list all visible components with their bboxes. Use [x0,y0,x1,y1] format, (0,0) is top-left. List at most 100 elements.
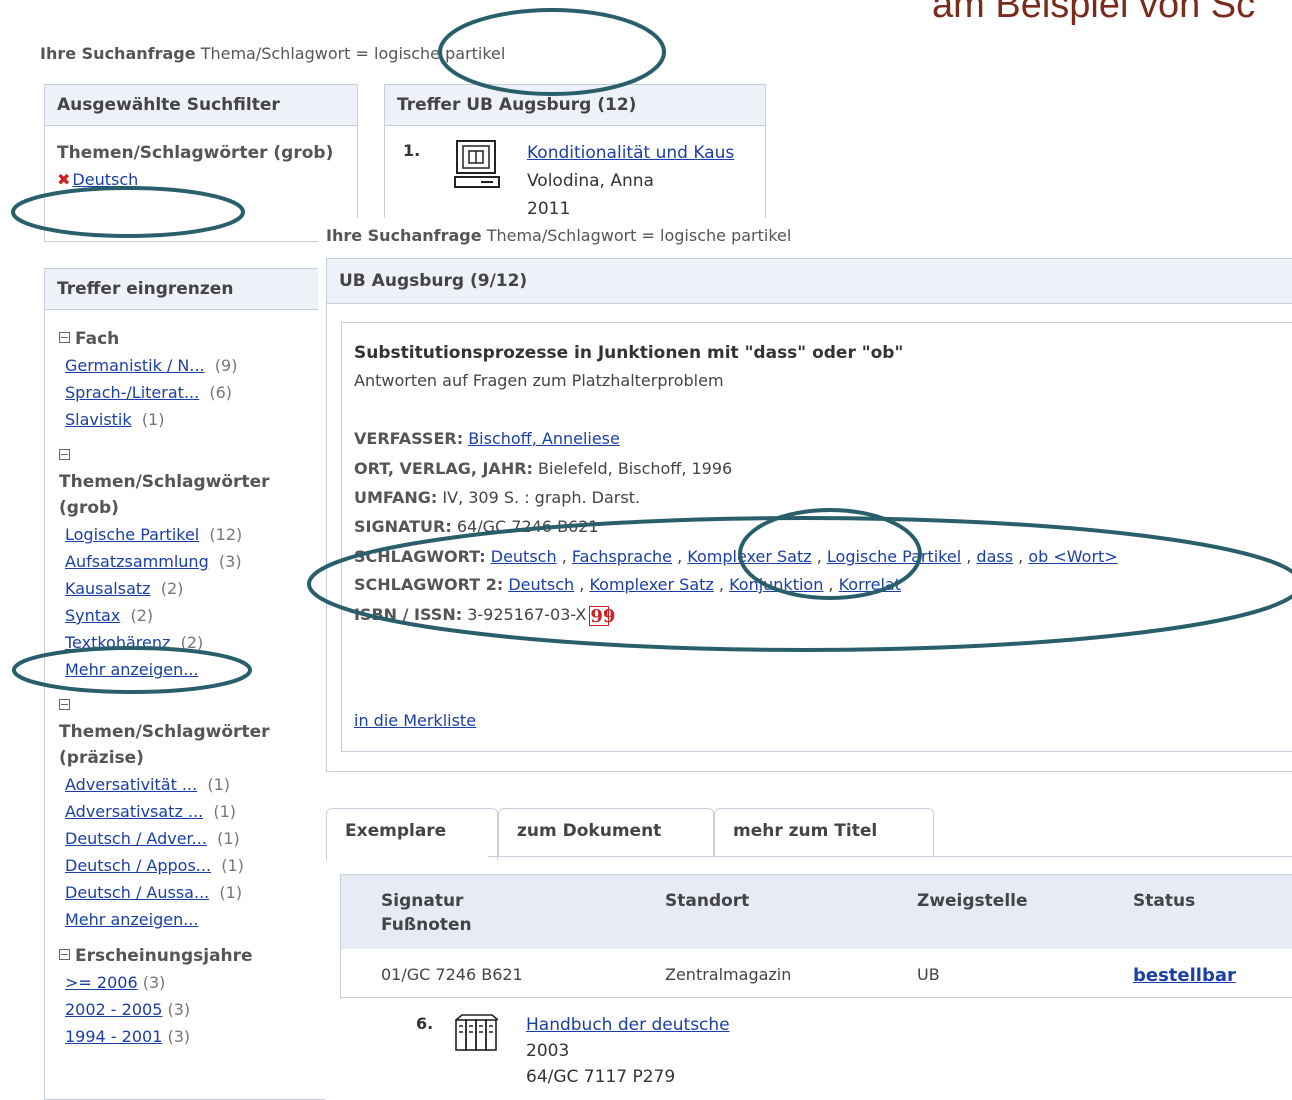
hit-title-link[interactable]: Konditionalität und Kaus [527,143,734,163]
record-tabs: Exemplare zum Dokument mehr zum Titel [326,808,1292,860]
subject-link[interactable]: Deutsch [508,575,574,594]
tab-exemplare[interactable]: Exemplare [326,808,498,860]
field-umfang: UMFANG: IV, 309 S. : graph. Darst. [354,488,641,507]
subject-link[interactable]: Fachsprache [572,547,672,566]
field-schlagwort: SCHLAGWORT: Deutsch , Fachsprache , Komp… [354,547,1118,566]
facet-item[interactable]: Deutsch / Aussa... (1) [59,879,325,906]
cell-signatur: 01/GC 7246 B621 [381,965,523,984]
hit-year: 2011 [527,199,571,219]
show-more-link[interactable]: Mehr anzeigen... [59,906,325,933]
subject-link[interactable]: dass [976,547,1013,566]
hit-text: Konditionalität und Kaus Volodina, Anna … [527,139,734,223]
facet-title[interactable]: Themen/Schlagwörter (präzise) [59,693,319,771]
selected-filters-panel: Ausgewählte Suchfilter Themen/Schlagwört… [44,84,358,242]
hit-title-link[interactable]: Handbuch der deutsche [526,1015,730,1035]
column-header-zweigstelle: Zweigstelle [917,891,1028,911]
record-body: Substitutionsprozesse in Junktionen mit … [341,322,1292,752]
hit-item-6: 6. Handbuch der deutsche 2003 64/GC 7117… [372,996,764,1096]
column-header-standort: Standort [665,891,750,911]
hit-number: 6. [416,1014,434,1033]
add-to-watchlist-link[interactable]: in die Merkliste [354,711,476,730]
active-filter-label[interactable]: Deutsch [72,170,138,189]
hit-list-heading: Treffer UB Augsburg (12) [385,85,765,126]
column-header-signatur: Signatur Fußnoten [381,891,472,935]
narrow-results-heading: Treffer eingrenzen [45,269,325,310]
hit-author: Volodina, Anna [527,171,654,191]
collapse-icon[interactable] [59,332,70,343]
facet-themen-grob: Themen/Schlagwörter (grob) Logische Part… [45,443,325,683]
facet-title[interactable]: Erscheinungsjahre [59,943,325,969]
subject-link[interactable]: Logische Partikel [827,547,961,566]
remove-filter-deutsch[interactable]: ✖ Deutsch [45,166,357,194]
tab-divider [488,856,1292,857]
citation-icon[interactable]: 99 [589,606,615,627]
selected-filters-heading: Ausgewählte Suchfilter [45,85,357,126]
query-text: Thema/Schlagwort = logische partikel [486,226,792,245]
hit-number: 1. [403,141,421,160]
facet-item[interactable]: 2002 - 2005 (3) [59,996,325,1023]
subject-link[interactable]: ob <Wort> [1028,547,1117,566]
query-field: Thema/Schlagwort [200,44,351,63]
facet-item[interactable]: Aufsatzsammlung (3) [59,548,325,575]
query-value: logische partikel [374,44,506,63]
record-title: Substitutionsprozesse in Junktionen mit … [354,343,904,363]
field-signatur: SIGNATUR: 64/GC 7246 B621 [354,517,599,536]
record-header: UB Augsburg (9/12) [326,258,1292,304]
field-verfasser: VERFASSER: Bischoff, Anneliese [354,429,620,448]
cell-status: bestellbar [1133,965,1236,986]
narrow-results-panel: Treffer eingrenzen Fach Germanistik / N.… [44,268,325,1100]
facet-item[interactable]: Textkohärenz (2) [59,629,325,656]
order-link[interactable]: bestellbar [1133,965,1236,986]
facet-item[interactable]: Adversativität ... (1) [59,771,325,798]
facet-erscheinungsjahre: Erscheinungsjahre >= 2006 (3) 2002 - 200… [45,943,325,1050]
facet-item[interactable]: 1994 - 2001 (3) [59,1023,325,1050]
field-isbn: ISBN / ISSN: 3-925167-03-X 99 [354,605,616,627]
query-label: Ihre Suchanfrage [326,226,482,245]
facet-item[interactable]: Logische Partikel (12) [59,521,325,548]
author-link[interactable]: Bischoff, Anneliese [468,429,620,448]
facet-item[interactable]: Germanistik / N... (9) [59,352,325,379]
search-query-foreground: Ihre Suchanfrage Thema/Schlagwort = logi… [326,226,791,245]
computer-icon [454,140,500,188]
facet-title[interactable]: Themen/Schlagwörter (grob) [59,443,319,521]
subject-link[interactable]: Komplexer Satz [589,575,713,594]
facet-item[interactable]: Slavistik (1) [59,406,325,433]
tab-mehr-zum-titel[interactable]: mehr zum Titel [714,808,934,856]
record-detail-overlay: Ihre Suchanfrage Thema/Schlagwort = logi… [318,218,1292,998]
slide-title: am Beispiel von Sc [932,0,1256,26]
column-header-status: Status [1133,891,1196,911]
remove-icon[interactable]: ✖ [57,170,70,189]
record-subtitle: Antworten auf Fragen zum Platzhalterprob… [354,371,724,390]
facet-title[interactable]: Fach [59,326,325,352]
books-icon [455,1014,499,1051]
facet-item[interactable]: Deutsch / Adver... (1) [59,825,325,852]
cell-standort: Zentralmagazin [665,965,792,984]
hit-signature: 64/GC 7117 P279 [526,1067,676,1087]
hit-text: Handbuch der deutsche 2003 64/GC 7117 P2… [526,1012,730,1090]
collapse-icon[interactable] [59,449,70,460]
field-schlagwort-2: SCHLAGWORT 2: Deutsch , Komplexer Satz ,… [354,575,901,594]
facet-item[interactable]: Kausalsatz (2) [59,575,325,602]
facet-themen-praezise: Themen/Schlagwörter (präzise) Adversativ… [45,693,325,933]
facet-item[interactable]: Syntax (2) [59,602,325,629]
collapse-icon[interactable] [59,949,70,960]
tab-zum-dokument[interactable]: zum Dokument [498,808,714,856]
collapse-icon[interactable] [59,699,70,710]
selected-filter-group: Themen/Schlagwörter (grob) [57,143,334,163]
facet-item[interactable]: >= 2006 (3) [59,969,325,996]
subject-link[interactable]: Korrelat [839,575,901,594]
facet-fach: Fach Germanistik / N... (9) Sprach-/Lite… [45,326,325,433]
cell-zweigstelle: UB [917,965,940,984]
field-ort: ORT, VERLAG, JAHR: Bielefeld, Bischoff, … [354,459,733,478]
subject-link[interactable]: Konjunktion [729,575,823,594]
facet-item[interactable]: Deutsch / Appos... (1) [59,852,325,879]
hit-year: 2003 [526,1041,570,1061]
subject-link[interactable]: Komplexer Satz [687,547,811,566]
copies-table: Signatur Fußnoten Standort Zweigstelle St… [340,874,1292,998]
facet-item[interactable]: Adversativsatz ... (1) [59,798,325,825]
facet-item[interactable]: Sprach-/Literat... (6) [59,379,325,406]
record-panel: Substitutionsprozesse in Junktionen mit … [326,304,1292,772]
show-more-link[interactable]: Mehr anzeigen... [59,656,325,683]
query-label: Ihre Suchanfrage [40,44,196,63]
subject-link[interactable]: Deutsch [491,547,557,566]
